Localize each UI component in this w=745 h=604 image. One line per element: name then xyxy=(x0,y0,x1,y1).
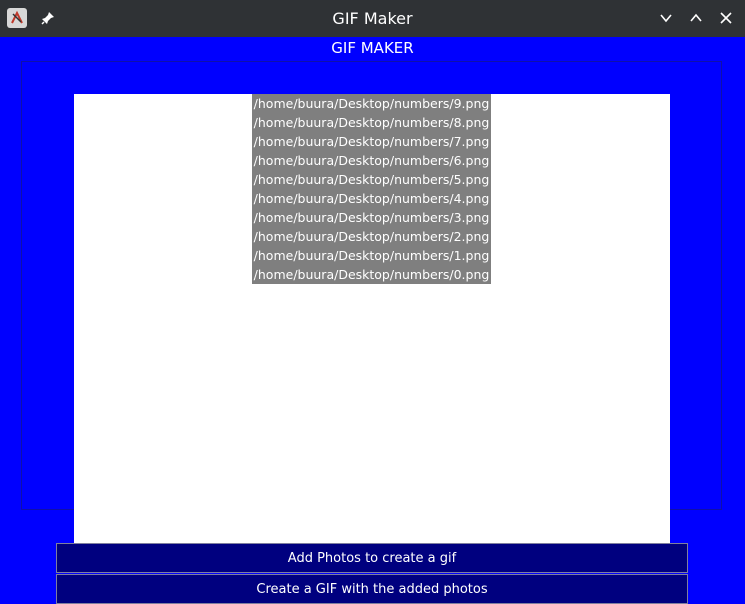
list-item[interactable]: /home/buura/Desktop/numbers/6.png xyxy=(252,151,491,170)
list-item[interactable]: /home/buura/Desktop/numbers/9.png xyxy=(252,94,491,113)
list-item[interactable]: /home/buura/Desktop/numbers/5.png xyxy=(252,170,491,189)
list-item[interactable]: /home/buura/Desktop/numbers/2.png xyxy=(252,227,491,246)
title-bar: GIF Maker xyxy=(0,0,745,37)
list-item[interactable]: /home/buura/Desktop/numbers/3.png xyxy=(252,208,491,227)
add-photos-button[interactable]: Add Photos to create a gif xyxy=(56,543,688,573)
app-heading: GIF MAKER xyxy=(331,39,414,57)
chevron-up-icon[interactable] xyxy=(687,9,705,27)
window-title: GIF Maker xyxy=(332,9,413,28)
list-item[interactable]: /home/buura/Desktop/numbers/8.png xyxy=(252,113,491,132)
list-item[interactable]: /home/buura/Desktop/numbers/1.png xyxy=(252,246,491,265)
list-item[interactable]: /home/buura/Desktop/numbers/4.png xyxy=(252,189,491,208)
photo-listbox[interactable]: /home/buura/Desktop/numbers/9.png /home/… xyxy=(74,94,670,544)
list-item[interactable]: /home/buura/Desktop/numbers/7.png xyxy=(252,132,491,151)
photo-list: /home/buura/Desktop/numbers/9.png /home/… xyxy=(252,94,491,284)
create-gif-button[interactable]: Create a GIF with the added photos xyxy=(56,574,688,604)
chevron-down-icon[interactable] xyxy=(657,9,675,27)
list-item[interactable]: /home/buura/Desktop/numbers/0.png xyxy=(252,265,491,284)
close-icon[interactable] xyxy=(717,9,735,27)
